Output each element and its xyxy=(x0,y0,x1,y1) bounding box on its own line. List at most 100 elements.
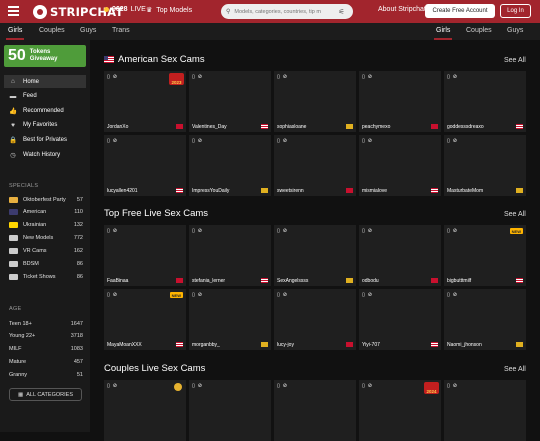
sidebar-item-home[interactable]: ⌂ Home xyxy=(4,75,86,88)
mobile-icon: ▯ xyxy=(362,138,365,144)
category-count: 457 xyxy=(73,359,83,366)
model-name: lucyallen4201 xyxy=(107,188,138,194)
no-audio-icon: ⊘ xyxy=(282,138,287,144)
new-badge: NEW xyxy=(169,292,183,298)
search-bar[interactable]: ⚲ ⚟ xyxy=(221,4,353,19)
tab-guys[interactable]: Guys xyxy=(80,27,96,34)
login-button[interactable]: Log In xyxy=(500,4,531,18)
sidebar-item-watch-history[interactable]: ◷ Watch History xyxy=(4,148,86,161)
category-count: 57 xyxy=(76,196,83,203)
no-audio-icon: ⊘ xyxy=(452,138,457,144)
see-all-link[interactable]: See All xyxy=(504,211,526,218)
mobile-icon: ▯ xyxy=(277,292,280,298)
all-categories-button[interactable]: ▦ ALL CATEGORIES xyxy=(9,388,82,401)
model-card[interactable]: ▯ ⊘ odbodu xyxy=(359,225,441,286)
model-card[interactable]: ▯ ⊘ Yiyi-707 xyxy=(359,289,441,350)
mobile-icon: ▯ xyxy=(447,138,450,144)
tab-couples-right[interactable]: Couples xyxy=(466,27,492,34)
mobile-icon: ▯ xyxy=(107,383,110,389)
no-audio-icon: ⊘ xyxy=(112,74,117,80)
sidebar-item-label: Home xyxy=(23,78,40,85)
filter-icon[interactable]: ⚟ xyxy=(338,8,344,16)
category-american[interactable]: American 110 xyxy=(9,207,83,218)
model-card[interactable]: ▯ ⊘ sweetsirenn xyxy=(274,135,356,196)
category-icon xyxy=(9,273,18,280)
category-vr-cams[interactable]: VR Cams 162 xyxy=(9,246,83,257)
model-card[interactable]: ▯ ⊘ ImpressYouDaily xyxy=(189,135,271,196)
tokens-giveaway-banner[interactable]: 50 Tokens Giveaway xyxy=(4,45,86,67)
category-label: New Models xyxy=(23,235,54,242)
model-card[interactable]: ▯ ⊘ sophiasloane xyxy=(274,71,356,132)
category-milf[interactable]: MILF 1083 xyxy=(9,344,83,355)
sidebar-item-best-for-privates[interactable]: 🔒 Best for Privates xyxy=(4,133,86,146)
category-count: 110 xyxy=(74,209,83,216)
mobile-icon: ▯ xyxy=(277,383,280,389)
category-label: Mature xyxy=(9,359,27,366)
category-label: VR Cams xyxy=(23,248,47,255)
sidebar-item-label: Feed xyxy=(23,93,37,100)
model-name: bigbutttmilf xyxy=(447,278,472,284)
category-mature[interactable]: Mature 457 xyxy=(9,357,83,368)
tab-guys-right[interactable]: Guys xyxy=(507,27,523,34)
no-audio-icon: ⊘ xyxy=(197,228,202,234)
model-card[interactable]: ▯ ⊘ stefania_lerner xyxy=(189,225,271,286)
mobile-icon: ▯ xyxy=(107,138,110,144)
create-account-button[interactable]: Create Free Account xyxy=(425,4,495,18)
sidebar-item-my-favorites[interactable]: ♥ My Favorites xyxy=(4,119,86,132)
country-flag-icon xyxy=(431,124,438,129)
category-icon xyxy=(9,209,18,216)
search-input[interactable] xyxy=(234,8,335,15)
model-card[interactable]: ▯ ⊘ mismialove xyxy=(359,135,441,196)
model-card[interactable]: ▯ ⊘ SexAngelssss xyxy=(274,225,356,286)
thumbs-up-icon: 👍 xyxy=(9,107,18,115)
category-bdsm[interactable]: BDSM 86 xyxy=(9,259,83,270)
category-granny[interactable]: Granny 51 xyxy=(9,370,83,381)
no-audio-icon: ⊘ xyxy=(367,138,372,144)
see-all-link[interactable]: See All xyxy=(504,366,526,373)
model-name: SexAngelssss xyxy=(277,278,309,284)
gender-tabs: Girls Couples Guys Trans Girls Couples G… xyxy=(0,23,540,40)
category-young-22-[interactable]: Young 22+ 3718 xyxy=(9,331,83,342)
tab-girls-right[interactable]: Girls xyxy=(436,27,450,34)
tab-couples[interactable]: Couples xyxy=(39,27,65,34)
sidebar-item-recommended[interactable]: 👍 Recommended xyxy=(4,104,86,117)
live-count[interactable]: 9628 LIVE xyxy=(104,6,146,13)
see-all-link[interactable]: See All xyxy=(504,57,526,64)
model-card[interactable]: ▯ ⊘ NEW bigbutttmilf xyxy=(444,225,526,286)
mobile-icon: ▯ xyxy=(277,138,280,144)
model-card[interactable]: ▯ ⊘ lucyallen4201 xyxy=(104,135,186,196)
sidebar-item-feed[interactable]: ▬ Feed xyxy=(4,90,86,103)
feed-icon: ▬ xyxy=(9,92,17,100)
no-audio-icon: ⊘ xyxy=(112,383,117,389)
model-card[interactable]: ▯ ⊘ Valentines_Day xyxy=(189,71,271,132)
category-new-models[interactable]: New Models 772 xyxy=(9,233,83,244)
model-card[interactable]: ▯ ⊘ FaaBinaa xyxy=(104,225,186,286)
menu-icon[interactable] xyxy=(8,6,19,17)
category-ticket-shows[interactable]: Ticket Shows 86 xyxy=(9,271,83,282)
about-link[interactable]: About Stripchat xyxy=(378,6,426,13)
country-flag-icon xyxy=(176,342,183,347)
sidebar-item-label: Recommended xyxy=(23,107,64,114)
no-audio-icon: ⊘ xyxy=(452,228,457,234)
model-card[interactable]: ▯ ⊘ Naomi_jhonson xyxy=(444,289,526,350)
country-flag-icon xyxy=(431,342,438,347)
model-name: MayaMoanXXX xyxy=(107,342,142,348)
category-label: American xyxy=(23,209,47,216)
model-card[interactable]: ▯ ⊘ NEW MayaMoanXXX xyxy=(104,289,186,350)
tab-trans[interactable]: Trans xyxy=(112,27,130,34)
category-ukrainian[interactable]: Ukrainian 132 xyxy=(9,220,83,231)
tab-girls[interactable]: Girls xyxy=(8,27,22,34)
model-card[interactable]: ▯ ⊘ lucy-joy xyxy=(274,289,356,350)
category-teen-18-[interactable]: Teen 18+ 1647 xyxy=(9,318,83,329)
model-card[interactable]: ▯ ⊘ goddesssdreaxo xyxy=(444,71,526,132)
section-title: American Sex Cams xyxy=(104,54,205,65)
category-oktoberfest-party[interactable]: Oktoberfest Party 57 xyxy=(9,194,83,205)
model-card[interactable]: ▯ ⊘ 2023 JordanXo xyxy=(104,71,186,132)
top-models-link[interactable]: ♛ Top Models xyxy=(146,6,192,15)
no-audio-icon: ⊘ xyxy=(367,383,372,389)
category-count: 86 xyxy=(76,261,83,267)
model-card[interactable]: ▯ ⊘ morganbby_ xyxy=(189,289,271,350)
model-card[interactable]: ▯ ⊘ peachymexo xyxy=(359,71,441,132)
model-name: JordanXo xyxy=(107,124,129,130)
model-card[interactable]: ▯ ⊘ MasturbateMom xyxy=(444,135,526,196)
